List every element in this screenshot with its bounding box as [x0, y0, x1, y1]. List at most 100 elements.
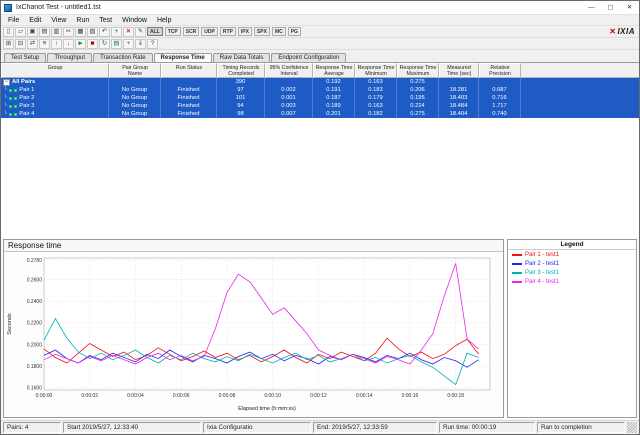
protocol-filter-rtp-button[interactable]: RTP — [220, 27, 236, 36]
cell-response-time-maximum: 0.195 — [397, 94, 439, 102]
y-tick-label: 0.2000 — [27, 342, 43, 348]
resize-grip-icon[interactable] — [627, 422, 637, 433]
cell-run-status: Finished — [161, 110, 217, 118]
cell-response-time-average: 0.191 — [313, 86, 355, 94]
protocol-filter-mc-button[interactable]: MC — [272, 27, 286, 36]
pair-label: Pair 1 — [19, 86, 34, 94]
menu-file[interactable]: File — [3, 17, 24, 24]
tab-transaction-rate[interactable]: Transaction Rate — [93, 53, 152, 62]
open-test-button[interactable]: ▱ — [15, 27, 26, 37]
column-header-response-time-maximum[interactable]: Response TimeMaximum — [397, 63, 439, 78]
tab-raw-data-totals[interactable]: Raw Data Totals — [213, 53, 271, 62]
zoom-chart-button[interactable]: + — [123, 39, 134, 49]
legend-entry-pair-4-test1[interactable]: Pair 4 - test1 — [508, 277, 636, 286]
ungroup-pairs-button[interactable]: ⊟ — [15, 39, 26, 49]
print-preview-button[interactable]: ▥ — [51, 27, 62, 37]
cell-response-time-average: 0.201 — [313, 110, 355, 118]
swap-endpoints-button[interactable]: ⇄ — [27, 39, 38, 49]
column-header-group[interactable]: Group — [1, 63, 109, 78]
table-row-pair-2[interactable]: └Pair 2No GroupFinished1010.0010.1870.17… — [1, 94, 639, 102]
column-header-response-time-minimum[interactable]: Response TimeMinimum — [355, 63, 397, 78]
column-header-pair-group-name[interactable]: Pair GroupName — [109, 63, 161, 78]
status-bar: Pairs: 4Start 2019/5/27, 12:33:40Ixia Co… — [1, 420, 639, 434]
legend-entry-pair-1-test1[interactable]: Pair 1 - test1 — [508, 250, 636, 259]
table-row-pair-3[interactable]: └Pair 3No GroupFinished940.0030.1890.163… — [1, 102, 639, 110]
column-header-relative-precision[interactable]: RelativePrecision — [479, 63, 521, 78]
app-window: IxChariot Test - untitled1.tst —▢✕ FileE… — [0, 0, 640, 435]
menu-view[interactable]: View — [46, 17, 71, 24]
move-pair-down-button[interactable]: ↓ — [63, 39, 74, 49]
group-label: All Pairs — [12, 78, 35, 86]
response-chart-svg[interactable]: 0.27800.26000.24000.22000.20000.18000.16… — [4, 252, 500, 412]
column-header-measured-time[interactable]: MeasuredTime (sec) — [439, 63, 479, 78]
column-header-run-status[interactable]: Run Status — [161, 63, 217, 78]
new-test-button[interactable]: ▯ — [3, 27, 14, 37]
status-pairs-count: Pairs: 4 — [3, 422, 61, 433]
export-results-button[interactable]: ⇓ — [135, 39, 146, 49]
maximize-button[interactable]: ▢ — [601, 1, 620, 15]
tab-endpoint-configuration[interactable]: Endpoint Configuration — [271, 53, 346, 62]
legend-label: Pair 3 - test1 — [525, 270, 559, 276]
print-button[interactable]: ▤ — [39, 27, 50, 37]
app-icon — [4, 4, 12, 12]
move-pair-up-button[interactable]: ↑ — [51, 39, 62, 49]
y-tick-label: 0.2780 — [27, 258, 43, 264]
cell-response-time-minimum: 0.163 — [355, 102, 397, 110]
poll-endpoints-button[interactable]: ↻ — [99, 39, 110, 49]
stop-test-button[interactable]: ■ — [87, 39, 98, 49]
delete-pair-button[interactable]: ✕ — [123, 27, 134, 37]
x-tick-label: 0:00:14 — [356, 393, 373, 399]
group-cell: └Pair 4 — [1, 110, 109, 118]
protocol-filter-ipx-button[interactable]: IPX — [238, 27, 252, 36]
column-header-confidence-interval[interactable]: 95% ConfidenceInterval — [265, 63, 313, 78]
tree-branch-icon: └ — [3, 110, 7, 118]
minimize-button[interactable]: — — [582, 1, 601, 15]
legend-label: Pair 2 - test1 — [525, 261, 559, 267]
run-test-button[interactable]: ► — [75, 39, 86, 49]
copy-button[interactable]: ▦ — [75, 27, 86, 37]
menu-run[interactable]: Run — [71, 17, 94, 24]
cell-pair-group-name — [109, 78, 161, 86]
table-row-all-pairs[interactable]: −All Pairs3900.1920.1630.275 — [1, 78, 639, 86]
protocol-filter-tcp-button[interactable]: TCP — [165, 27, 181, 36]
close-button[interactable]: ✕ — [620, 1, 639, 15]
group-pairs-button[interactable]: ⊞ — [3, 39, 14, 49]
tab-response-time[interactable]: Response Time — [154, 53, 212, 62]
cell-response-time-maximum: 0.275 — [397, 78, 439, 86]
tab-test-setup[interactable]: Test Setup — [4, 53, 46, 62]
legend-entry-pair-2-test1[interactable]: Pair 2 - test1 — [508, 259, 636, 268]
cell-response-time-average: 0.192 — [313, 78, 355, 86]
protocol-filter-spx-button[interactable]: SPX — [254, 27, 270, 36]
protocol-filter-scr-button[interactable]: SCR — [183, 27, 200, 36]
column-header-timing-records-completed[interactable]: Timing RecordsCompleted — [217, 63, 265, 78]
row-fill — [521, 78, 639, 86]
protocol-filter-udp-button[interactable]: UDP — [201, 27, 218, 36]
view-options-button[interactable]: ▤ — [111, 39, 122, 49]
help-button[interactable]: ? — [147, 39, 158, 49]
chart-title: Response time — [4, 240, 503, 252]
legend-entry-pair-3-test1[interactable]: Pair 3 - test1 — [508, 268, 636, 277]
menu-edit[interactable]: Edit — [24, 17, 46, 24]
status-start-time: Start 2019/5/27, 12:33:40 — [63, 422, 201, 433]
replicate-pair-button[interactable]: ≡ — [39, 39, 50, 49]
tab-throughput[interactable]: Throughput — [47, 53, 92, 62]
column-header-response-time-average[interactable]: Response TimeAverage — [313, 63, 355, 78]
protocol-filter-pg-button[interactable]: PG — [288, 27, 301, 36]
endpoint1-icon — [9, 89, 12, 92]
table-row-pair-4[interactable]: └Pair 4No GroupFinished980.0070.2010.182… — [1, 110, 639, 118]
table-row-pair-1[interactable]: └Pair 1No GroupFinished970.0020.1910.183… — [1, 86, 639, 94]
collapse-toggle-icon[interactable]: − — [3, 79, 10, 86]
undo-button[interactable]: ↶ — [99, 27, 110, 37]
cell-confidence-interval: 0.002 — [265, 86, 313, 94]
protocol-filter-all-button[interactable]: ALL — [147, 27, 163, 36]
menu-test[interactable]: Test — [94, 17, 117, 24]
menu-help[interactable]: Help — [152, 17, 176, 24]
paste-button[interactable]: ▧ — [87, 27, 98, 37]
endpoint1-icon — [9, 97, 12, 100]
edit-pair-button[interactable]: ✎ — [135, 27, 146, 37]
cut-button[interactable]: ✂ — [63, 27, 74, 37]
tab-bar: Test SetupThroughputTransaction RateResp… — [1, 50, 639, 63]
menu-window[interactable]: Window — [117, 17, 152, 24]
save-test-button[interactable]: ▣ — [27, 27, 38, 37]
add-pair-button[interactable]: + — [111, 27, 122, 37]
